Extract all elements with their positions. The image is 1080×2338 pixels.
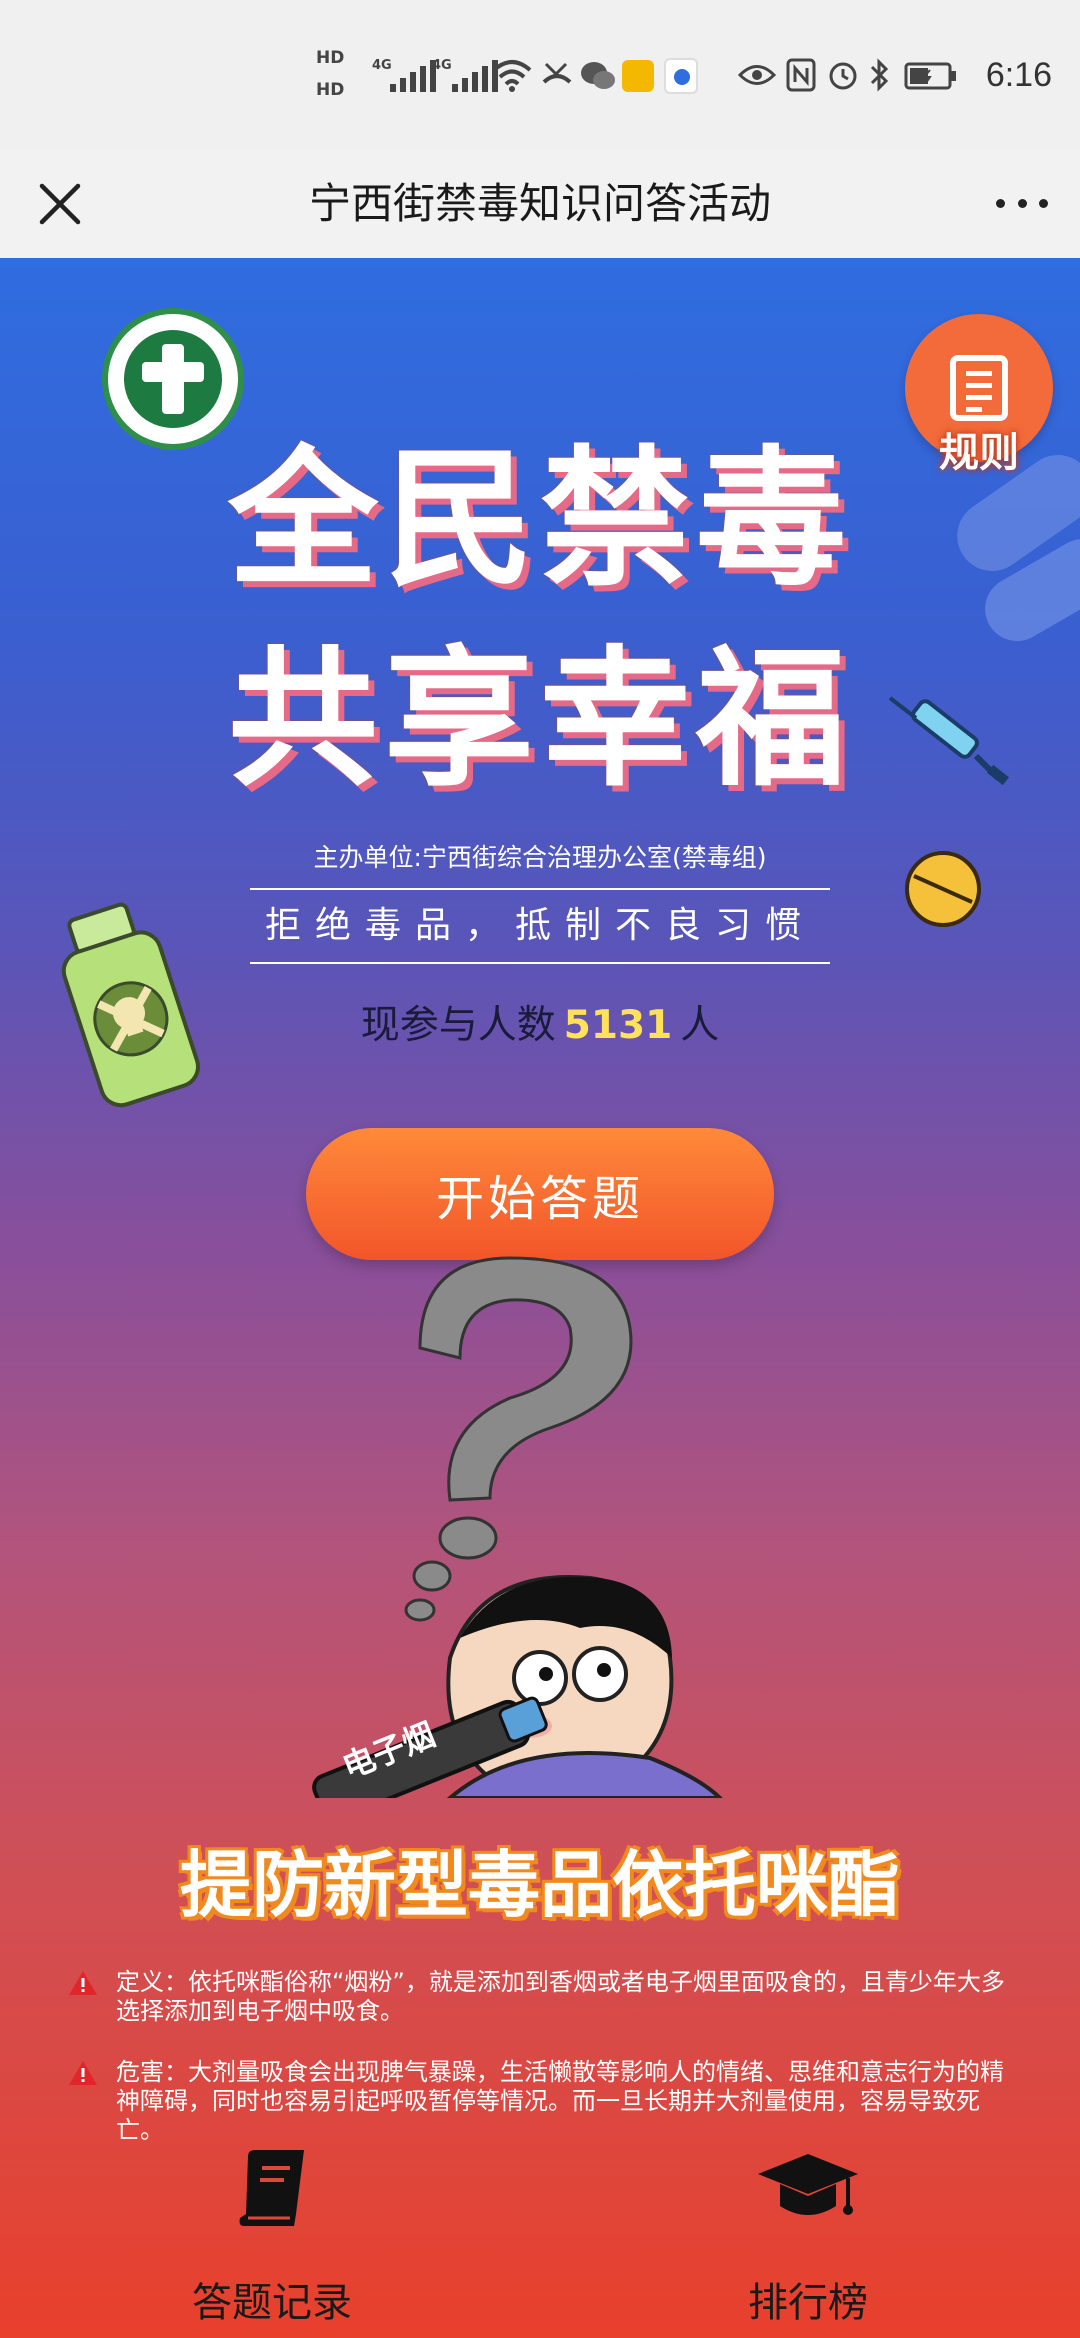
- sponsor-text: 主办单位:宁西街综合治理办公室(禁毒组): [313, 843, 767, 872]
- cartoon-illustration: [312, 1256, 723, 1798]
- subheadline: 提防新型毒品依托咪酯: [179, 1843, 900, 1927]
- participant-count: 现参与人数 5131 人: [0, 994, 1080, 1050]
- more-dot-icon: [1039, 198, 1048, 208]
- more-dot-icon: [996, 198, 1005, 208]
- network-type-1: 4G: [372, 58, 392, 73]
- warning-icon: [69, 1971, 97, 1995]
- slogan-text: 拒绝毒品，抵制不良习惯: [264, 905, 815, 946]
- alarm-icon: [829, 62, 857, 90]
- app-bar: 宁西街禁毒知识问答活动: [0, 150, 1080, 258]
- definition-note: 定义：依托咪酯俗称“烟粉”，就是添加到香烟或者电子烟里面吸食的，且青少年大多选择…: [69, 1968, 1012, 2026]
- syringe-icon: [888, 696, 1009, 786]
- headline-line-1: 全民禁毒: [227, 433, 852, 607]
- poster-area: 规则 全民禁毒 共享幸福 主办单位:宁西街综合治理办公室(禁毒组) 拒绝毒品，抵…: [0, 258, 1080, 2338]
- mail-app-icon: [622, 60, 654, 92]
- battery-icon: [904, 62, 956, 90]
- network-type-2: 4G: [432, 58, 452, 73]
- wifi-icon: [492, 60, 532, 92]
- harm-text: 危害：大剂量吸食会出现脾气暴躁，生活懒散等影响人的情绪、思维和意志行为的精神障碍…: [116, 2058, 1004, 2144]
- harm-note: 危害：大剂量吸食会出现脾气暴躁，生活懒散等影响人的情绪、思维和意志行为的精神障碍…: [69, 2058, 1012, 2145]
- ranking-button[interactable]: 排行榜: [688, 2148, 928, 2338]
- book-icon: [239, 2150, 304, 2226]
- divider: [250, 888, 830, 890]
- baidu-app-icon: [664, 58, 698, 94]
- warning-icon: [69, 2061, 97, 2085]
- participant-count-suffix: 人: [680, 1003, 720, 1048]
- bluetooth-icon: [870, 58, 889, 92]
- signal-icon-1: [390, 58, 436, 92]
- page-title: 宁西街禁毒知识问答活动: [308, 179, 771, 228]
- participant-count-prefix: 现参与人数: [360, 1003, 556, 1048]
- smoke-question-mark: [404, 1256, 633, 1622]
- ranking-label: 排行榜: [748, 2280, 868, 2326]
- divider: [250, 962, 830, 964]
- more-options-button[interactable]: [990, 178, 1054, 228]
- quiz-records-button[interactable]: 答题记录: [152, 2148, 392, 2338]
- nfc-icon: [786, 58, 816, 92]
- graduation-cap-icon: [758, 2154, 858, 2215]
- definition-text: 定义：依托咪酯俗称“烟粉”，就是添加到香烟或者电子烟里面吸食的，且青少年大多选择…: [116, 1968, 1005, 2025]
- quiz-records-label: 答题记录: [192, 2280, 352, 2326]
- eye-icon: [738, 65, 776, 85]
- status-bar: HD HD 4G 4G 6:16: [0, 0, 1080, 150]
- hd-indicator-1: HD: [316, 48, 345, 68]
- participant-count-value: 5131: [563, 1003, 673, 1048]
- clock-time: 6:16: [985, 56, 1052, 94]
- missed-call-icon: [542, 62, 572, 84]
- hd-indicator-2: HD: [316, 80, 345, 100]
- more-dot-icon: [1017, 198, 1027, 208]
- wechat-icon: [581, 62, 615, 89]
